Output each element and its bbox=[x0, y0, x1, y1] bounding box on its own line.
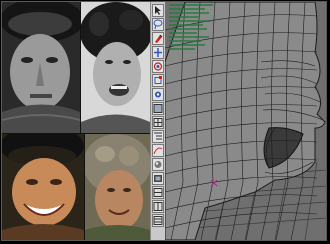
move-tool-icon[interactable] bbox=[152, 46, 164, 59]
layout-icon-2[interactable] bbox=[152, 200, 164, 213]
hypershade-icon[interactable] bbox=[152, 158, 164, 171]
select-tool-icon[interactable] bbox=[152, 4, 164, 17]
rotate-tool-icon[interactable] bbox=[152, 60, 164, 73]
render-view-icon[interactable] bbox=[152, 172, 164, 185]
scale-tool-icon[interactable] bbox=[152, 74, 164, 87]
reference-photo-top-right bbox=[81, 2, 150, 133]
reference-photo-top-left bbox=[2, 2, 80, 133]
four-view-icon[interactable] bbox=[152, 116, 164, 129]
outliner-icon[interactable] bbox=[152, 130, 164, 143]
tool-box bbox=[150, 2, 166, 240]
viewport-canvas[interactable] bbox=[165, 2, 326, 240]
reference-photo-bottom-left bbox=[2, 134, 84, 240]
app-window bbox=[1, 1, 327, 241]
layout-icon[interactable] bbox=[152, 186, 164, 199]
single-view-icon[interactable] bbox=[152, 102, 164, 115]
reference-photo-bottom-right bbox=[85, 134, 150, 240]
graph-editor-icon[interactable] bbox=[152, 144, 164, 157]
lasso-tool-icon[interactable] bbox=[152, 18, 164, 31]
paint-tool-icon[interactable] bbox=[152, 32, 164, 45]
screenshot bbox=[0, 0, 330, 244]
layout-icon-3[interactable] bbox=[152, 214, 164, 227]
3d-viewport[interactable] bbox=[165, 2, 326, 240]
manipulator-tool-icon[interactable] bbox=[152, 88, 164, 101]
